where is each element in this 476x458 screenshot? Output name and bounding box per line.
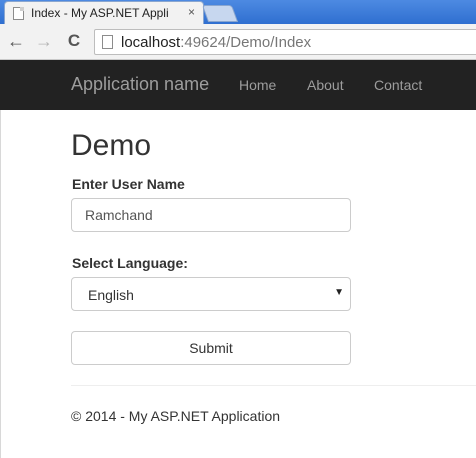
brand-link[interactable]: Application name bbox=[71, 74, 209, 95]
page-favicon-icon bbox=[13, 7, 24, 20]
new-tab-button[interactable] bbox=[201, 5, 239, 22]
nav-contact-link[interactable]: Contact bbox=[374, 77, 422, 93]
forward-arrow-icon[interactable]: → bbox=[34, 31, 54, 51]
site-navbar: Application name Home About Contact bbox=[0, 60, 476, 110]
submit-button[interactable]: Submit bbox=[71, 331, 351, 365]
address-bar[interactable]: localhost:49624/Demo/Index bbox=[94, 29, 476, 55]
url-host: localhost bbox=[121, 34, 181, 51]
browser-toolbar: ← → C localhost:49624/Demo/Index bbox=[0, 24, 476, 60]
tab-title: Index - My ASP.NET Appli bbox=[31, 6, 169, 20]
footer-text: © 2014 - My ASP.NET Application bbox=[71, 408, 281, 424]
url-path: :49624/Demo/Index bbox=[180, 34, 312, 51]
user-name-label: Enter User Name bbox=[72, 176, 185, 192]
user-name-input[interactable] bbox=[71, 198, 351, 232]
reload-icon[interactable]: C bbox=[64, 31, 84, 51]
language-select[interactable]: English ▼ bbox=[71, 277, 351, 311]
browser-tab[interactable]: Index - My ASP.NET Appli × bbox=[4, 1, 204, 25]
page-icon bbox=[102, 35, 113, 49]
language-selected-value: English bbox=[88, 287, 134, 303]
nav-home-link[interactable]: Home bbox=[239, 77, 276, 93]
url-text: localhost:49624/Demo/Index bbox=[121, 34, 311, 51]
browser-tabstrip: Index - My ASP.NET Appli × bbox=[0, 0, 476, 25]
dropdown-arrow-icon: ▼ bbox=[334, 287, 344, 298]
tab-close-icon[interactable]: × bbox=[188, 5, 195, 19]
footer-divider bbox=[71, 385, 476, 386]
language-label: Select Language: bbox=[72, 255, 188, 271]
back-arrow-icon[interactable]: ← bbox=[6, 31, 26, 51]
nav-about-link[interactable]: About bbox=[307, 77, 344, 93]
page-title: Demo bbox=[71, 129, 152, 162]
page-edge-divider bbox=[0, 110, 1, 458]
